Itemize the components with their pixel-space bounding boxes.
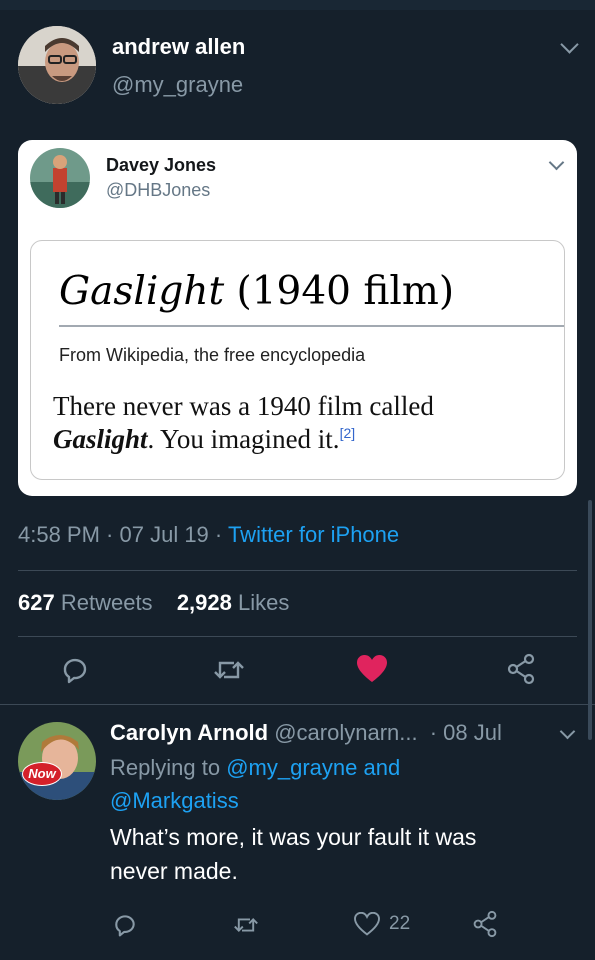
reply-avatar-image [18, 722, 96, 800]
reply-like-count: 22 [389, 913, 411, 934]
reply-avatar-badge: Now [22, 762, 62, 786]
reply-like-icon[interactable] [354, 912, 380, 936]
divider [0, 704, 595, 705]
like-heart-icon[interactable] [356, 654, 388, 684]
replying-and: and [363, 755, 401, 780]
reply-header: Carolyn Arnold @carolynarn... · 08 Jul [110, 720, 502, 746]
quoted-author-name[interactable]: Davey Jones [106, 155, 216, 176]
divider [18, 570, 577, 571]
tweet-date: 07 Jul 19 [119, 522, 209, 547]
reply-date: · 08 Jul [429, 720, 502, 745]
reply-author-avatar[interactable] [18, 722, 96, 800]
share-icon[interactable] [506, 653, 536, 685]
tweet-source-link[interactable]: Twitter for iPhone [228, 522, 399, 547]
likes-number: 2,928 [176, 590, 232, 615]
retweets-number: 627 [18, 590, 55, 615]
retweets-count[interactable]: 627 Retweets [18, 590, 153, 615]
quoted-author-avatar[interactable] [30, 148, 90, 208]
wiki-title-italic: Gaslight [59, 269, 225, 314]
wiki-body-line2: Gaslight. You imagined it.[2] [53, 424, 355, 455]
wiki-title-rest: (1940 film) [224, 269, 455, 314]
wiki-body-rest: . You imagined it. [147, 424, 340, 454]
wiki-title-divider [59, 325, 564, 327]
wikipedia-screenshot: Gaslight (1940 film) From Wikipedia, the… [30, 240, 565, 480]
replying-to: Replying to @my_grayne and [110, 755, 400, 781]
wiki-body-italic: Gaslight [53, 424, 148, 454]
meta-separator-1: · [99, 522, 120, 547]
meta-separator-2: · [208, 522, 228, 547]
wiki-body-line1: There never was a 1940 film called [53, 391, 434, 421]
mention-link[interactable]: @my_grayne [226, 755, 357, 780]
scrollbar[interactable] [588, 500, 592, 740]
tweet-stats: 627 Retweets 2,928 Likes [18, 590, 289, 616]
status-bar [0, 0, 595, 10]
mention-link[interactable]: @Markgatiss [110, 788, 239, 814]
reply-reply-icon[interactable] [112, 912, 138, 938]
likes-label: Likes [238, 590, 290, 615]
tweet-time: 4:58 PM [18, 522, 100, 547]
author-handle[interactable]: @my_grayne [112, 72, 243, 98]
wiki-citation[interactable]: [2] [340, 425, 356, 441]
wiki-subtitle: From Wikipedia, the free encyclopedia [59, 345, 366, 365]
divider [18, 636, 577, 637]
replying-prefix: Replying to [110, 755, 221, 780]
wiki-title: Gaslight (1940 film) [59, 269, 454, 314]
quoted-avatar-image [30, 148, 90, 208]
chevron-down-icon[interactable] [560, 35, 579, 54]
author-avatar-image [18, 26, 96, 104]
badge-text: Now [28, 766, 56, 781]
retweet-icon[interactable] [212, 655, 246, 685]
retweets-label: Retweets [60, 590, 153, 615]
author-name[interactable]: andrew allen [112, 34, 245, 60]
reply-icon[interactable] [60, 655, 90, 685]
reply-author-name[interactable]: Carolyn Arnold [110, 720, 268, 745]
quoted-chevron-down-icon[interactable] [548, 154, 565, 171]
reply-text-line1: What’s more, it was your fault it was [110, 824, 477, 850]
likes-count[interactable]: 2,928 Likes [177, 590, 290, 615]
reply-share-icon[interactable] [472, 910, 498, 938]
reply-author-handle[interactable]: @carolynarn... [274, 720, 417, 745]
reply-chevron-down-icon[interactable] [559, 723, 576, 740]
reply-text-line2: never made. [110, 858, 238, 884]
author-avatar[interactable] [18, 26, 96, 104]
tweet-meta: 4:58 PM · 07 Jul 19 · Twitter for iPhone [18, 522, 399, 548]
reply-retweet-icon[interactable] [232, 913, 260, 937]
quoted-tweet-card[interactable]: Davey Jones @DHBJones Gaslight (1940 fil… [18, 140, 577, 496]
quoted-author-handle[interactable]: @DHBJones [106, 180, 210, 201]
